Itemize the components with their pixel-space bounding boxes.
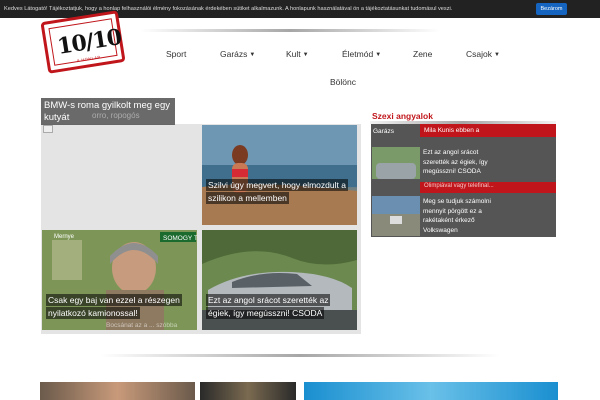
logo-stamp: 10/10 A HONLAP: [40, 10, 126, 74]
chevron-down-icon: ▼: [302, 52, 309, 58]
slider-indicator[interactable]: [43, 125, 53, 133]
nav-label: Bölönc: [330, 77, 356, 87]
nav-item-kult[interactable]: Kult ▼: [286, 49, 309, 59]
nav-label: Garázs: [220, 49, 248, 59]
sidebar-item-title[interactable]: Mila Kunis ebben a: [424, 127, 479, 134]
bottom-article-tile[interactable]: [200, 382, 296, 400]
sidebar-section-label[interactable]: Garázs: [373, 128, 394, 135]
article-caption: Csak egy baj van ezzel a részegen nyilat…: [46, 294, 182, 319]
sidebar-item-title[interactable]: Ezt az angol srácot szerették az égiek, …: [423, 148, 503, 177]
nav-item-garazs[interactable]: Garázs ▼: [220, 49, 255, 59]
section-divider: [100, 354, 500, 357]
article-tile-beach[interactable]: Szilvi úgy megvert, hogy elmozdult a szi…: [202, 125, 357, 225]
bottom-article-tile[interactable]: [40, 382, 195, 400]
chevron-down-icon: ▼: [249, 52, 256, 58]
nav-label: Zene: [413, 49, 433, 59]
sidebar-item-title[interactable]: Olimpiával vagy telefinal...: [424, 183, 494, 189]
cookie-notice-text: Kedves Látogató! Tájékoztatjuk, hogy a h…: [4, 6, 453, 12]
featured-ghost-text: orro, ropogós: [92, 111, 140, 120]
nav-item-bolonc[interactable]: Bölönc: [330, 77, 356, 87]
article-caption: Szilvi úgy megvert, hogy elmozdult a szi…: [206, 179, 348, 204]
nav-label: Kult: [286, 49, 301, 59]
nav-item-zene[interactable]: Zene: [413, 49, 432, 59]
nav-item-sport[interactable]: Sport: [166, 49, 186, 59]
article-tile-car[interactable]: Ezt az angol srácot szerették az égiek, …: [202, 230, 357, 330]
site-logo[interactable]: 10/10 A HONLAP: [40, 10, 126, 74]
article-location-overlay: Mernye: [54, 234, 75, 240]
sidebar-item-title[interactable]: Meg se tudjuk számolni mennyit pörgött e…: [423, 197, 503, 235]
nav-label: Sport: [166, 49, 187, 59]
cookie-accept-button[interactable]: Bezárom: [536, 3, 567, 15]
chevron-down-icon: ▼: [493, 52, 500, 58]
sidebar-title[interactable]: Szexi angyalok: [372, 111, 433, 121]
nav-item-csajok[interactable]: Csajok ▼: [466, 49, 500, 59]
nav-item-eletmod[interactable]: Életmód ▼: [342, 49, 381, 59]
bottom-article-tile[interactable]: [304, 382, 558, 400]
article-caption: Ezt az angol srácot szerették az égiek, …: [206, 294, 331, 319]
nav-label: Életmód: [342, 49, 374, 59]
nav-label: Csajok: [466, 49, 492, 59]
header-divider: [140, 29, 440, 32]
sidebar-thumbnail[interactable]: [372, 147, 420, 187]
chevron-down-icon: ▼: [375, 52, 382, 58]
article-tile-trucker[interactable]: SOMOGY TV Mernye Csak egy baj van ezzel …: [42, 230, 197, 330]
sidebar-thumbnail[interactable]: [372, 196, 420, 236]
article-image: [202, 125, 357, 225]
article-ghost-subtitle: Bocsánat az a ... szóbba: [106, 322, 178, 329]
svg-text:SOMOGY TV: SOMOGY TV: [163, 235, 197, 242]
